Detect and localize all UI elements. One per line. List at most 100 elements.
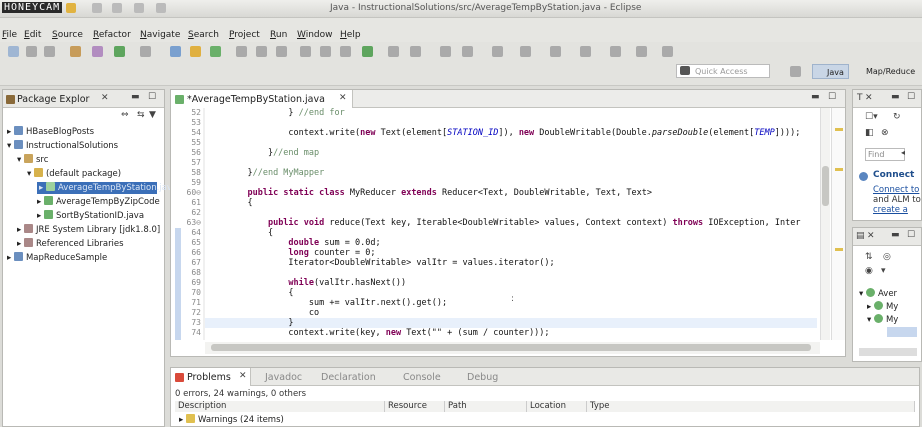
minimize-icon[interactable]: ▬ [891,230,900,240]
new-icon[interactable] [8,46,19,57]
maximize-icon[interactable]: ☐ [148,92,156,102]
code-line[interactable]: public static class MyReducer extends Re… [227,188,651,198]
prev-edit-icon[interactable] [440,46,451,57]
outline-item[interactable]: ▾ Aver [859,288,897,300]
warning-marker[interactable] [835,248,843,251]
code-line[interactable]: }//end MyMapper [227,168,324,178]
code-line[interactable]: Iterator<DoubleWritable> valItr = values… [227,258,554,268]
annotation-icon[interactable] [300,46,311,57]
problems-row[interactable]: ▸ Warnings (24 items) [179,414,284,426]
minimize-icon[interactable]: ▬ [891,92,900,102]
connect-link[interactable]: Connect to [873,185,919,195]
paste-icon[interactable] [134,3,144,13]
close-icon[interactable]: ✕ [239,371,247,381]
menu-refactor[interactable]: Refactor [93,30,131,40]
task-find-input[interactable]: Find [865,148,905,161]
new-java-project-icon[interactable] [170,46,181,57]
code-line[interactable]: long counter = 0; [227,248,375,258]
column-description[interactable]: Description [175,401,385,412]
nav-back-icon[interactable] [320,46,331,57]
warning-marker[interactable] [835,128,843,131]
menu-source[interactable]: Source [52,30,83,40]
editor-tab[interactable]: *AverageTempByStation.java ✕ [171,90,353,108]
code-line[interactable]: context.write(key, new Text("" + (sum / … [227,328,549,338]
tab-debug[interactable]: Debug [467,372,498,383]
close-icon[interactable]: ✕ [867,231,875,241]
new-class-icon[interactable] [210,46,221,57]
tree-item[interactable]: ▸ JRE System Library [jdk1.8.0] [17,224,160,236]
code-line[interactable]: } //end for [227,108,344,118]
external-tools-icon[interactable] [140,46,151,57]
sync-icon[interactable]: ↻ [893,112,901,122]
menu-navigate[interactable]: Navigate [140,30,180,40]
menu-window[interactable]: Window [297,30,333,40]
sync-icon[interactable] [580,46,591,57]
hide-nonpublic-icon[interactable]: ▾ [881,266,886,276]
nav-forward-icon[interactable] [340,46,351,57]
open-type-icon[interactable] [236,46,247,57]
tree-item[interactable]: ▾ src [17,154,48,166]
tab-console[interactable]: Console [403,372,441,383]
tab-javadoc[interactable]: Javadoc [265,372,302,383]
save-icon[interactable] [26,46,37,57]
build-icon[interactable] [70,46,81,57]
tree-item[interactable]: ▸ Referenced Libraries [17,238,124,250]
code-line[interactable]: context.write(new Text(element[STATION_I… [227,128,800,138]
compare-icon[interactable] [550,46,561,57]
create-link[interactable]: create a [873,205,908,215]
link-editor-icon[interactable]: ⇆ [137,110,145,120]
code-line[interactable]: } [227,318,293,328]
run-icon[interactable] [114,46,125,57]
horizontal-scrollbar[interactable] [205,342,820,354]
star-icon[interactable] [66,3,76,13]
forward-icon[interactable] [636,46,647,57]
maximize-icon[interactable]: ☐ [828,92,836,102]
column-type[interactable]: Type [587,401,915,412]
search-icon[interactable] [256,46,267,57]
next-edit-icon[interactable] [462,46,473,57]
tree-item[interactable]: ▸ SortByStationID.java [37,210,144,222]
code-area[interactable]: 52 } //end for 53 54 context.write(new Tex… [171,108,845,340]
task-list-tab[interactable]: T ✕ ▬ ☐ [853,90,921,108]
toggle-mark-icon[interactable] [276,46,287,57]
tree-item[interactable]: ▸ MapReduceSample [7,252,107,264]
outline-item-selected[interactable] [887,327,917,337]
copy-icon[interactable] [112,3,122,13]
vertical-scrollbar[interactable] [820,108,830,340]
perspective-java[interactable]: Java [812,64,849,79]
warning-marker[interactable] [835,168,843,171]
code-line[interactable]: sum += valItr.next().get(); [227,298,447,308]
close-icon[interactable]: ✕ [865,93,873,103]
hide-fields-icon[interactable]: ◎ [883,252,891,262]
collapse-all-icon[interactable]: ⇔ [121,110,129,120]
perspective-mapreduce[interactable]: Map/Reduce [852,64,919,79]
outline-item[interactable]: ▾ My [867,314,898,326]
scrollbar-thumb[interactable] [822,166,829,206]
menu-help[interactable]: Help [340,30,361,40]
outline-item[interactable]: ▸ My [867,301,898,313]
last-edit-icon[interactable] [662,46,673,57]
column-location[interactable]: Location [527,401,587,412]
maximize-icon[interactable]: ☐ [907,92,915,102]
outline-tab[interactable]: ▤ ✕ ▬ ☐ [853,228,921,246]
print-icon[interactable] [44,46,55,57]
hide-static-icon[interactable]: ◉ [865,266,873,276]
code-line[interactable]: { [227,198,252,208]
quick-access-input[interactable]: Quick Access [676,64,770,78]
code-line[interactable]: co [227,308,319,318]
minimize-icon[interactable]: ▬ [811,92,820,102]
clear-find-icon[interactable]: ◂ [901,148,905,157]
outline-scrollbar[interactable] [859,348,917,356]
scrollbar-thumb[interactable] [211,344,811,351]
run-last-icon[interactable] [362,46,373,57]
column-resource[interactable]: Resource [385,401,445,412]
open-perspective-icon[interactable] [790,66,801,77]
history-icon[interactable] [520,46,531,57]
code-line[interactable]: public void reduce(Text key, Iterable<Do… [227,218,800,228]
code-line[interactable]: double sum = 0.0d; [227,238,380,248]
view-menu-icon[interactable]: ▼ [149,110,156,120]
package-explorer-tab[interactable]: Package Explor ✕ ▬ ☐ [3,90,164,108]
menu-search[interactable]: Search [188,30,219,40]
tree-item[interactable]: ▾ InstructionalSolutions [7,140,118,152]
tab-declaration[interactable]: Declaration [321,372,376,383]
